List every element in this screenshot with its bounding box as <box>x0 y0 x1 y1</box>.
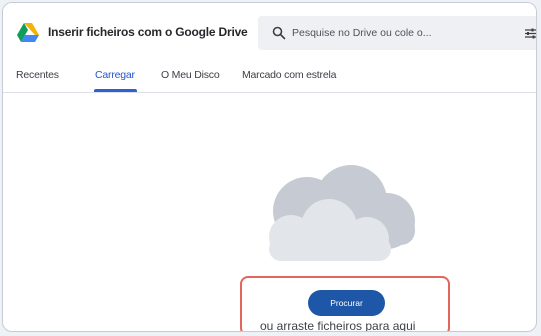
search-input[interactable]: Pesquise no Drive ou cole o... <box>292 27 432 39</box>
tab-divider <box>3 92 536 93</box>
google-drive-logo-icon <box>17 23 39 42</box>
tab-marcado-com-estrela[interactable]: Marcado com estrela <box>242 69 336 81</box>
browse-button[interactable]: Procurar <box>308 290 385 316</box>
drag-drop-hint: ou arraste ficheiros para aqui <box>260 319 416 332</box>
search-bar[interactable]: Pesquise no Drive ou cole o... <box>258 16 537 50</box>
tab-o-meu-disco[interactable]: O Meu Disco <box>161 69 220 81</box>
dialog-title: Inserir ficheiros com o Google Drive <box>48 25 248 39</box>
filter-sliders-icon[interactable] <box>524 27 537 40</box>
cloud-illustration-icon <box>269 165 415 261</box>
tab-carregar[interactable]: Carregar <box>95 69 135 81</box>
picker-header: Inserir ficheiros com o Google Drive Pes… <box>3 3 536 59</box>
drive-picker-dialog: Inserir ficheiros com o Google Drive Pes… <box>2 2 537 332</box>
search-icon[interactable] <box>272 26 286 40</box>
tab-recentes[interactable]: Recentes <box>16 69 59 81</box>
tab-bar: Recentes Carregar O Meu Disco Marcado co… <box>3 63 536 93</box>
